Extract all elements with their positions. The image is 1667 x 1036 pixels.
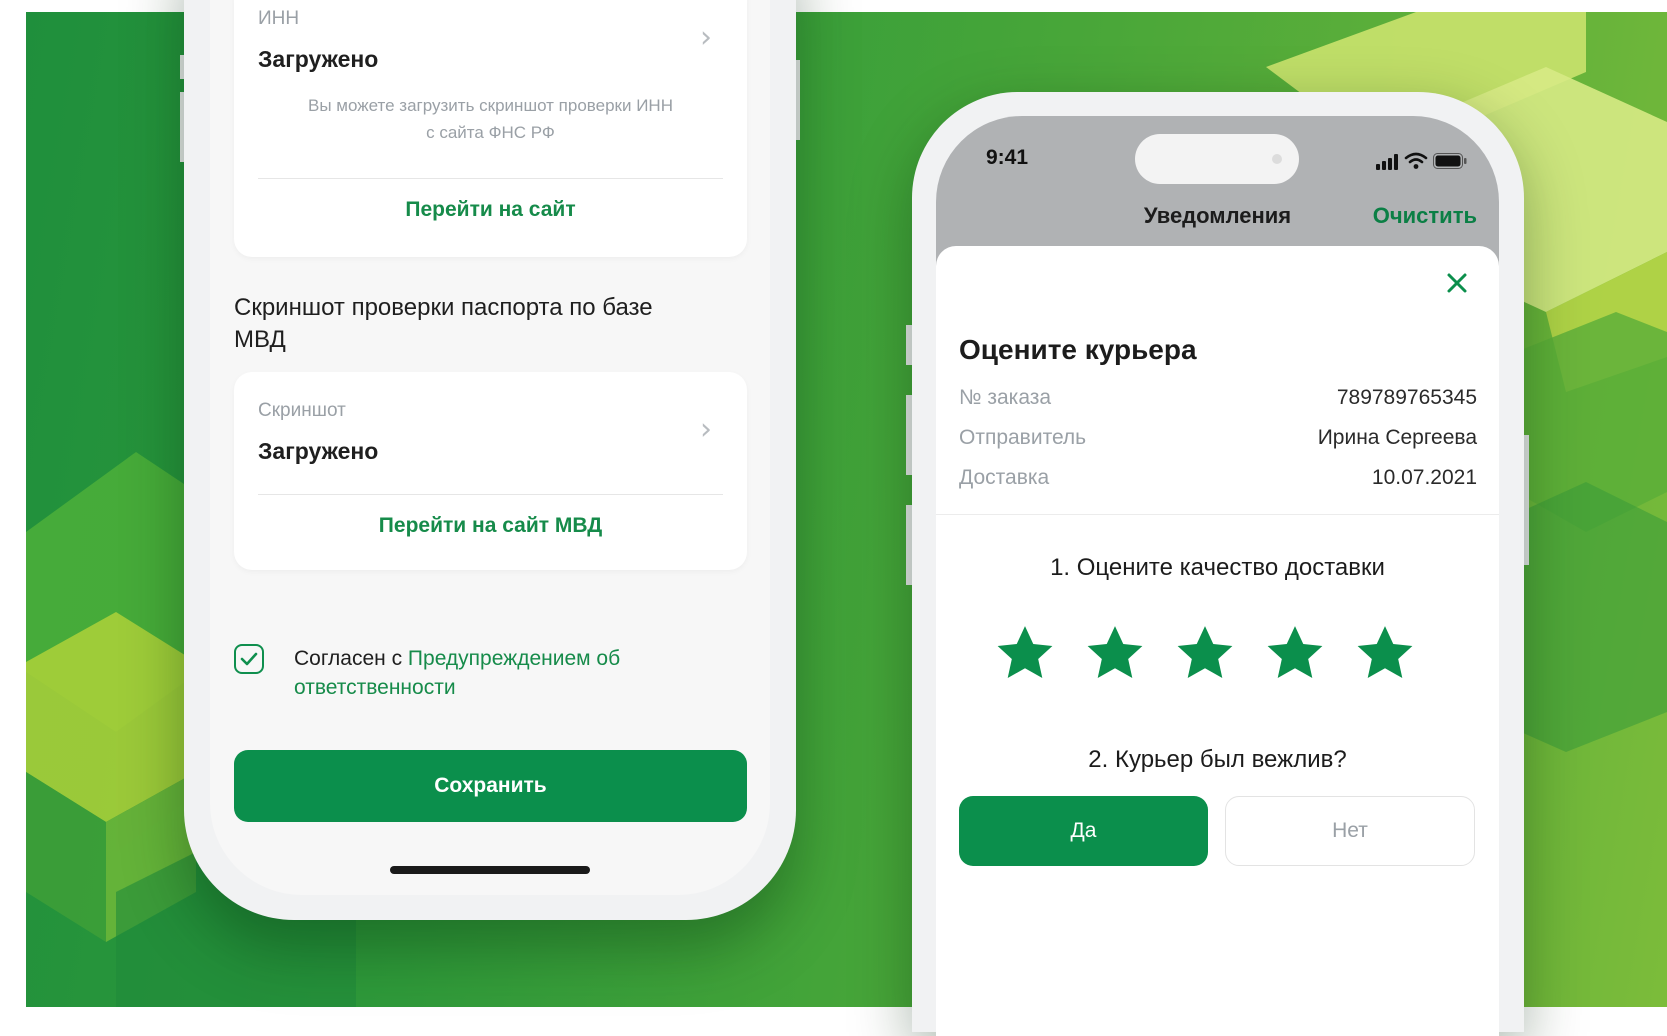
agreement-link[interactable]: Предупреждением об	[408, 647, 620, 670]
star-icon[interactable]	[1264, 622, 1326, 684]
row-value: 789789765345	[1336, 386, 1477, 409]
inn-card[interactable]: ИНН Загружено › Вы можете загрузить скри…	[234, 0, 747, 257]
sheet-title: Оцените курьера	[959, 334, 1197, 365]
question-delivery-quality: 1. Оцените качество доставки	[1050, 554, 1385, 581]
mvd-site-link[interactable]: Перейти на сайт МВД	[234, 514, 747, 538]
checkbox-checked-icon	[240, 652, 258, 666]
inn-hint-line1: Вы можете загрузить скриншот проверки ИН…	[308, 96, 673, 115]
agreement-link[interactable]: ответственности	[294, 676, 456, 699]
status-time: 9:41	[986, 146, 1029, 169]
no-button[interactable]: Нет	[1225, 796, 1475, 866]
row-label: № заказа	[959, 386, 1052, 409]
star-icon[interactable]	[1084, 622, 1146, 684]
inn-hint-line2: с сайта ФНС РФ	[426, 123, 555, 142]
question-courier-polite: 2. Курьер был вежлив?	[1088, 746, 1347, 773]
divider	[258, 178, 723, 179]
save-button[interactable]: Сохранить	[234, 750, 747, 822]
screenshot-status: Загружено	[258, 438, 379, 464]
yes-button[interactable]: Да	[959, 796, 1208, 866]
inn-status: Загружено	[258, 46, 379, 72]
chevron-right-icon[interactable]: ›	[700, 20, 712, 55]
right-phone: 9:41 Уведомления Очистить Оцените курьер…	[912, 92, 1524, 1036]
row-value: Ирина Сергеева	[1317, 426, 1477, 449]
row-label: Отправитель	[959, 426, 1087, 449]
chevron-right-icon[interactable]: ›	[700, 412, 712, 447]
star-icon[interactable]	[1354, 622, 1416, 684]
divider	[936, 514, 1499, 515]
home-indicator	[390, 866, 590, 874]
row-value: 10.07.2021	[1371, 466, 1477, 489]
agreement-prefix: Согласен с	[294, 647, 408, 670]
rate-courier-sheet: Оцените курьера № заказа 789789765345 Отпр…	[936, 246, 1499, 1036]
wifi-icon	[1404, 152, 1428, 169]
passport-title-line2: МВД	[234, 326, 286, 353]
passport-title-line1: Скриншот проверки паспорта по базе	[234, 294, 653, 321]
screenshot-label: Скриншот	[258, 400, 346, 421]
dynamic-island	[1135, 134, 1299, 184]
inn-hint: Вы можете загрузить скриншот проверки ИН…	[234, 92, 747, 146]
battery-icon	[1433, 153, 1467, 169]
agreement-checkbox[interactable]	[234, 644, 264, 674]
signal-icon	[1376, 154, 1398, 170]
divider	[258, 494, 723, 495]
camera-dot	[1272, 154, 1282, 164]
left-phone-screen: ИНН Загружено › Вы можете загрузить скри…	[210, 0, 770, 895]
star-icon[interactable]	[1174, 622, 1236, 684]
passport-section-title: Скриншот проверки паспорта по базе МВД	[234, 292, 653, 356]
screenshot-card[interactable]: Скриншот Загружено › Перейти на сайт МВД	[234, 372, 747, 570]
inn-label: ИНН	[258, 8, 300, 29]
left-phone: ИНН Загружено › Вы можете загрузить скри…	[184, 0, 796, 920]
close-icon[interactable]	[1446, 272, 1468, 299]
star-icon[interactable]	[994, 622, 1056, 684]
inn-site-link[interactable]: Перейти на сайт	[234, 198, 747, 222]
agreement-text: Согласен с Предупреждением об ответствен…	[294, 644, 620, 702]
right-phone-screen: 9:41 Уведомления Очистить Оцените курьер…	[936, 116, 1499, 1036]
rating-stars[interactable]	[994, 622, 1444, 686]
row-label: Доставка	[959, 466, 1050, 489]
clear-button[interactable]: Очистить	[1373, 203, 1477, 229]
